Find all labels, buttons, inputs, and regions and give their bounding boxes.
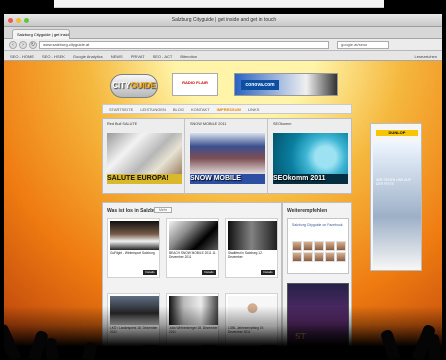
bookmark-seo-act[interactable]: SEO - ACT [153, 54, 173, 59]
bookmark-news[interactable]: NEWS [111, 54, 123, 59]
conova-banner[interactable]: conova.com [234, 73, 338, 96]
address-bar[interactable]: www.salzburg-cityguide.at [39, 41, 329, 49]
avatar [292, 241, 302, 251]
event-image [228, 221, 277, 250]
bookmarks-menu[interactable]: Lesezeichen [415, 54, 437, 59]
event-title: BEACH SNOW MOBILE 2011 11. Dezember 2011 [169, 251, 217, 259]
minimize-icon[interactable] [16, 18, 21, 23]
search-field[interactable]: google.at/seoo [337, 41, 389, 49]
raised-hand [82, 341, 98, 360]
ski-ad-text: WIR SEHEN UNS AUF DER PISTE [376, 178, 411, 186]
radio-flair-ad[interactable]: RADIO FLAIR [172, 73, 218, 96]
browser-toolbar: ‹ › ↻ www.salzburg-cityguide.at google.a… [4, 39, 442, 51]
avatar [303, 241, 313, 251]
event-title: Stadtfest in Salzburg 12. Dezember [228, 251, 263, 259]
feature-caption: SEOkomm 2011 [273, 174, 348, 184]
browser-tab[interactable]: Salzburg Cityguide | get inside... [12, 29, 70, 39]
avatar [292, 252, 302, 262]
bookmark-seo-home[interactable]: SEO - HOME [10, 54, 34, 59]
site-header: CITYGUIDE RADIO FLAIR conova.com [102, 70, 352, 100]
logo-guide-text: GUIDE [130, 81, 156, 90]
avatar [314, 252, 324, 262]
reload-icon[interactable]: ↻ [29, 41, 37, 49]
nav-imprint[interactable]: IMPRESSUM [217, 107, 241, 112]
side-advertisement[interactable]: DUNLOP WIR SEHEN UNS AUF DER PISTE [370, 123, 422, 271]
feature-salute[interactable]: Red Bull SALUTE SALUTE EUROPA! [104, 119, 185, 195]
logo-city-text: CITY [112, 81, 131, 90]
main-navigation: STARTSEITE LEISTUNGEN BLOG KONTAKT IMPRE… [102, 104, 352, 114]
event-title: GoFlight - Wintersport Salzburg [110, 251, 155, 255]
ski-ad-image [373, 142, 421, 267]
forward-icon[interactable]: › [19, 41, 27, 49]
window-title: Salzburg Cityguide | get inside and get … [171, 17, 277, 23]
photo-frame: Salzburg Cityguide | get inside and get … [0, 0, 446, 360]
nav-start[interactable]: STARTSEITE [109, 107, 133, 112]
bookmarks-bar: SEO - HOME SEO - HSEK Google Analytics N… [4, 51, 442, 61]
bookmark-google-analytics[interactable]: Google Analytics [73, 54, 103, 59]
avatar [314, 241, 324, 251]
event-image [110, 221, 159, 250]
cityguide-logo[interactable]: CITYGUIDE [110, 74, 158, 98]
more-events-button[interactable]: Mehr [154, 207, 172, 213]
feature-seokomm[interactable]: SEOkomm SEOkomm 2011 [270, 119, 351, 195]
bookmark-list: SEO - HOME SEO - HSEK Google Analytics N… [10, 54, 197, 59]
feature-caption: SALUTE EUROPA! [107, 174, 182, 184]
sidebar-title: Weiterempfehlen [287, 208, 328, 214]
raised-hand [426, 333, 441, 360]
bookmark-privat[interactable]: PRIVAT [131, 54, 145, 59]
bookmark-bitmotion[interactable]: Bitmotion [180, 54, 197, 59]
raised-hand [4, 322, 22, 360]
avatar [325, 241, 335, 251]
raised-hand [379, 328, 401, 360]
avatar [303, 252, 313, 262]
browser-screen: Salzburg Cityguide | get inside and get … [4, 14, 442, 360]
feature-snow-mobile[interactable]: SNOW MOBILE 2011 SNOW MOBILE [187, 119, 268, 195]
audience-silhouette [4, 306, 442, 360]
maximize-icon[interactable] [24, 18, 29, 23]
feature-title: SNOW MOBILE 2011 [190, 122, 227, 126]
facebook-widget[interactable]: Salzburg Cityguide on Facebook [287, 218, 349, 274]
window-titlebar[interactable]: Salzburg Cityguide | get inside and get … [4, 14, 442, 27]
back-icon[interactable]: ‹ [9, 41, 17, 49]
bookmark-seo-hsek[interactable]: SEO - HSEK [42, 54, 65, 59]
dunlop-logo: DUNLOP [376, 130, 418, 136]
nav-services[interactable]: LEISTUNGEN [140, 107, 166, 112]
conova-label: conova.com [241, 80, 279, 90]
window-controls[interactable] [8, 18, 29, 23]
nav-blog[interactable]: BLOG [173, 107, 184, 112]
avatar [325, 252, 335, 262]
feature-caption: SNOW MOBILE [190, 174, 265, 184]
avatar [336, 252, 346, 262]
event-card[interactable]: BEACH SNOW MOBILE 2011 11. Dezember 2011… [166, 218, 219, 278]
raised-hand [43, 337, 59, 360]
featured-events: Red Bull SALUTE SALUTE EUROPA! SNOW MOBI… [102, 118, 352, 195]
white-paper-top [54, 0, 384, 8]
avatar [336, 241, 346, 251]
nav-links[interactable]: LINKS [248, 107, 260, 112]
event-card[interactable]: Stadtfest in Salzburg 12. Dezember Detai… [225, 218, 278, 278]
feature-title: SEOkomm [273, 122, 292, 126]
facebook-avatars [292, 241, 347, 262]
event-image [169, 221, 218, 250]
feature-title: Red Bull SALUTE [107, 122, 138, 126]
close-icon[interactable] [8, 18, 13, 23]
event-card[interactable]: GoFlight - Wintersport Salzburg Details [107, 218, 160, 278]
facebook-text: Salzburg Cityguide on Facebook [292, 223, 343, 227]
nav-contact[interactable]: KONTAKT [191, 107, 210, 112]
tab-strip: Salzburg Cityguide | get inside... [4, 27, 442, 39]
details-button[interactable]: Details [143, 270, 157, 275]
details-button[interactable]: Details [261, 270, 275, 275]
details-button[interactable]: Details [202, 270, 216, 275]
